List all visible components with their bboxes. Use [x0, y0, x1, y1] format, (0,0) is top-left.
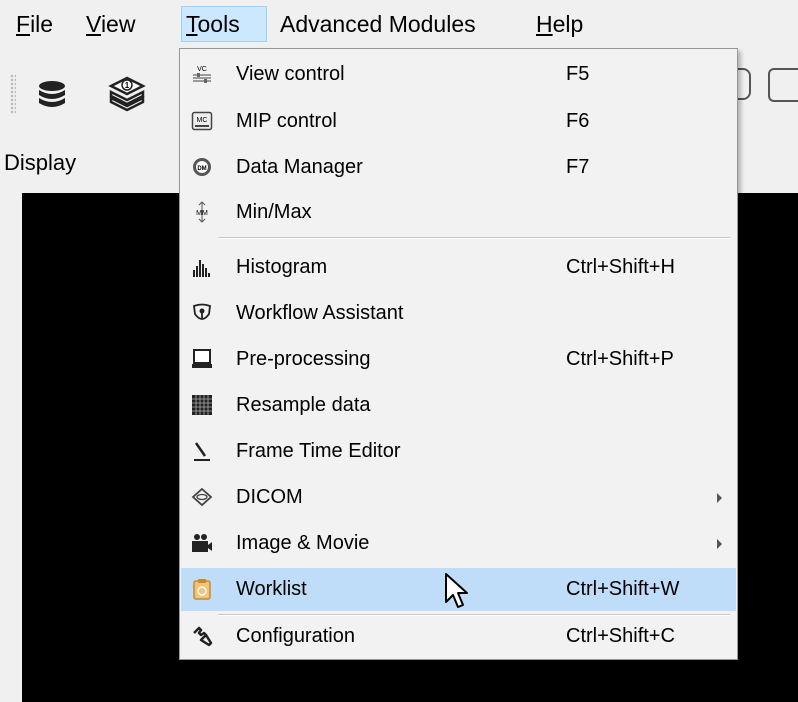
mip-control-icon: MC — [191, 111, 213, 131]
menu-item-shortcut: Ctrl+Shift+H — [566, 256, 675, 278]
svg-text:1: 1 — [125, 81, 130, 90]
menu-item-label: Workflow Assistant — [236, 302, 404, 324]
menu-view-mnemonic: V — [86, 11, 101, 37]
tools-dropdown-menu: VC View control F5 MC MIP control F6 DM … — [179, 48, 738, 660]
view-control-icon: VC — [193, 66, 211, 83]
menu-item-label: Image & Movie — [236, 532, 370, 554]
menu-item-resample-data[interactable]: Resample data — [181, 384, 736, 427]
submenu-arrow-icon — [717, 493, 722, 503]
menu-item-label: Data Manager — [236, 156, 363, 178]
menu-item-label: MIP control — [236, 110, 337, 132]
workflow-assistant-icon — [193, 303, 211, 320]
menu-item-histogram[interactable]: Histogram Ctrl+Shift+H — [181, 246, 736, 289]
submenu-arrow-icon — [717, 539, 722, 549]
display-label: Display — [4, 150, 77, 175]
pre-processing-icon — [192, 349, 212, 368]
wrench-icon — [193, 626, 213, 647]
menu-advanced-modules[interactable]: Advanced Modules — [276, 6, 480, 42]
svg-text:MC: MC — [197, 117, 208, 124]
data-manager-icon: DM — [193, 158, 211, 176]
menu-item-label: Histogram — [236, 256, 328, 278]
dicom-icon — [191, 487, 213, 507]
menu-tools[interactable]: Tools — [181, 6, 267, 42]
menu-tools-mnemonic: T — [186, 11, 198, 37]
menu-item-min-max[interactable]: MM Min/Max — [181, 191, 736, 234]
menu-item-shortcut: Ctrl+Shift+C — [566, 625, 675, 647]
menu-item-dicom[interactable]: DICOM — [181, 476, 736, 519]
menu-help-mnemonic: H — [536, 11, 553, 37]
histogram-icon — [193, 260, 210, 277]
menu-view-label: iew — [100, 11, 136, 37]
menu-view[interactable]: View — [82, 6, 139, 42]
menu-item-mip-control[interactable]: MC MIP control F6 — [181, 100, 736, 143]
menu-item-configuration[interactable]: Configuration Ctrl+Shift+C — [181, 615, 736, 658]
menu-item-shortcut: F5 — [566, 63, 590, 85]
layers-one-icon[interactable]: 1 — [105, 72, 149, 116]
svg-text:VC: VC — [197, 66, 207, 73]
menu-item-shortcut: F7 — [566, 156, 590, 178]
menu-help[interactable]: Help — [532, 6, 587, 42]
menu-help-label: elp — [552, 11, 584, 37]
menu-item-image-movie[interactable]: Image & Movie — [181, 522, 736, 565]
menu-item-label: Resample data — [236, 394, 371, 416]
menu-item-workflow-assistant[interactable]: Workflow Assistant — [181, 292, 736, 335]
menu-item-view-control[interactable]: VC View control F5 — [181, 53, 736, 96]
menu-item-label: View control — [236, 63, 345, 85]
worklist-icon — [193, 579, 211, 600]
menu-item-label: Configuration — [236, 625, 355, 647]
menu-item-shortcut: Ctrl+Shift+P — [566, 348, 674, 370]
menu-item-pre-processing[interactable]: Pre-processing Ctrl+Shift+P — [181, 338, 736, 381]
mouse-cursor-icon — [445, 573, 468, 608]
frame-time-editor-icon — [194, 442, 210, 461]
menu-item-label: Min/Max — [236, 201, 312, 223]
menu-item-shortcut: Ctrl+Shift+W — [566, 578, 680, 600]
menu-tools-label: ools — [197, 11, 240, 37]
toolbar-grip[interactable] — [10, 74, 16, 114]
menu-separator — [218, 237, 730, 239]
min-max-icon: MM — [196, 201, 208, 223]
resample-data-icon — [192, 395, 212, 415]
menu-item-label: Frame Time Editor — [236, 440, 401, 462]
svg-text:MM: MM — [196, 210, 208, 217]
toolbar-icon-partial-b[interactable] — [768, 68, 798, 102]
database-icon[interactable] — [30, 72, 74, 116]
menu-bar: File View Tools Advanced Modules Help — [0, 0, 798, 46]
svg-text:DM: DM — [197, 166, 206, 172]
menu-item-label: Pre-processing — [236, 348, 371, 370]
menu-file[interactable]: File — [12, 6, 57, 42]
menu-file-mnemonic: F — [16, 11, 31, 37]
menu-advanced-label: Advanced Modules — [280, 11, 476, 37]
menu-item-shortcut: F6 — [566, 110, 590, 132]
menu-item-label: Worklist — [236, 578, 307, 600]
menu-file-label: ile — [30, 11, 54, 37]
menu-item-data-manager[interactable]: DM Data Manager F7 — [181, 146, 736, 189]
menu-item-frame-time-editor[interactable]: Frame Time Editor — [181, 430, 736, 473]
menu-item-label: DICOM — [236, 486, 303, 508]
image-movie-icon — [192, 534, 212, 552]
